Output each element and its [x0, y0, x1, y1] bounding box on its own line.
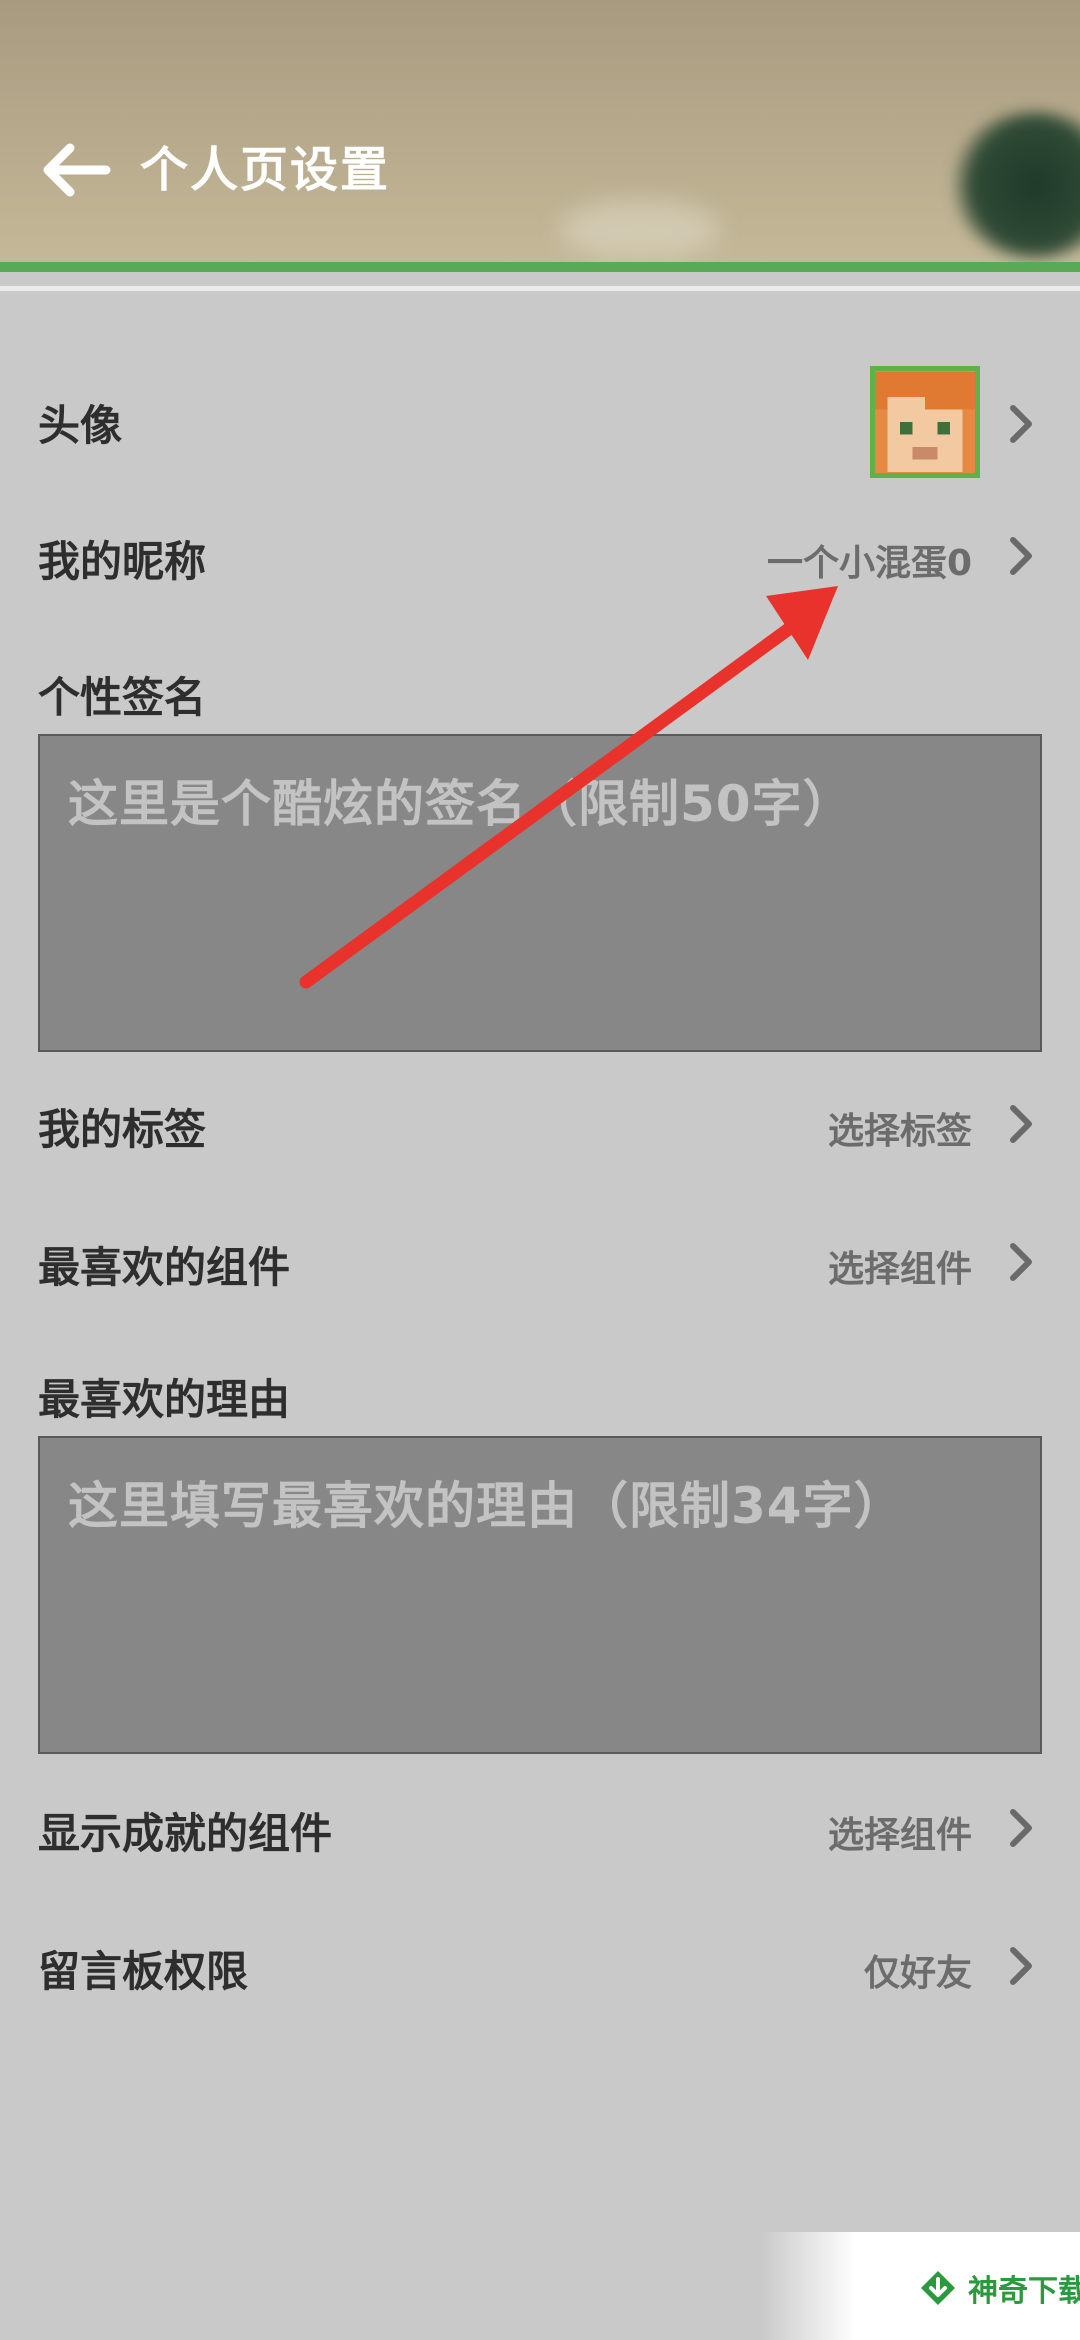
header-blur-decoration — [950, 110, 1080, 260]
fav-component-label: 最喜欢的组件 — [38, 1243, 291, 1292]
app-header: 个人页设置 — [0, 0, 1080, 262]
download-logo-icon — [921, 2271, 955, 2305]
page-title: 个人页设置 — [140, 142, 391, 198]
back-arrow-icon[interactable] — [40, 140, 112, 200]
header-divider — [0, 286, 1080, 291]
fav-component-row[interactable]: 最喜欢的组件 选择组件 — [0, 1226, 1080, 1296]
chevron-right-icon — [1010, 405, 1032, 443]
signature-input[interactable]: 这里是个酷炫的签名（限制50字） — [38, 734, 1042, 1052]
chevron-right-icon — [1010, 1105, 1032, 1143]
avatar-face-icon — [875, 372, 975, 472]
signature-placeholder: 这里是个酷炫的签名（限制50字） — [68, 775, 854, 833]
board-permission-label: 留言板权限 — [38, 1947, 249, 1996]
achievement-row[interactable]: 显示成就的组件 选择组件 — [0, 1792, 1080, 1862]
fav-reason-label: 最喜欢的理由 — [38, 1375, 291, 1424]
nickname-label: 我的昵称 — [38, 537, 207, 586]
watermark-text: 神奇下载 — [968, 2274, 1080, 2309]
nickname-row[interactable]: 我的昵称 一个小混蛋0 — [0, 520, 1080, 590]
avatar[interactable] — [870, 366, 980, 478]
chevron-right-icon — [1010, 1809, 1032, 1847]
board-permission-value: 仅好友 — [863, 1953, 972, 1994]
watermark: 神奇下载 — [760, 2232, 1080, 2340]
fav-component-value: 选择组件 — [827, 1249, 972, 1290]
achievement-value: 选择组件 — [827, 1815, 972, 1856]
tags-row[interactable]: 我的标签 选择标签 — [0, 1088, 1080, 1158]
nickname-value: 一个小混蛋0 — [766, 543, 972, 584]
chevron-right-icon — [1010, 1243, 1032, 1281]
chevron-right-icon — [1010, 537, 1032, 575]
fav-reason-input[interactable]: 这里填写最喜欢的理由（限制34字） — [38, 1436, 1042, 1754]
achievement-label: 显示成就的组件 — [38, 1809, 333, 1858]
board-permission-row[interactable]: 留言板权限 仅好友 — [0, 1930, 1080, 2000]
header-blur-decoration — [560, 200, 720, 260]
tags-value: 选择标签 — [827, 1111, 972, 1152]
header-divider — [0, 262, 1080, 272]
avatar-label: 头像 — [38, 401, 123, 450]
fav-reason-placeholder: 这里填写最喜欢的理由（限制34字） — [68, 1477, 905, 1535]
chevron-right-icon — [1010, 1947, 1032, 1985]
tags-label: 我的标签 — [38, 1105, 207, 1154]
signature-label: 个性签名 — [38, 673, 207, 722]
